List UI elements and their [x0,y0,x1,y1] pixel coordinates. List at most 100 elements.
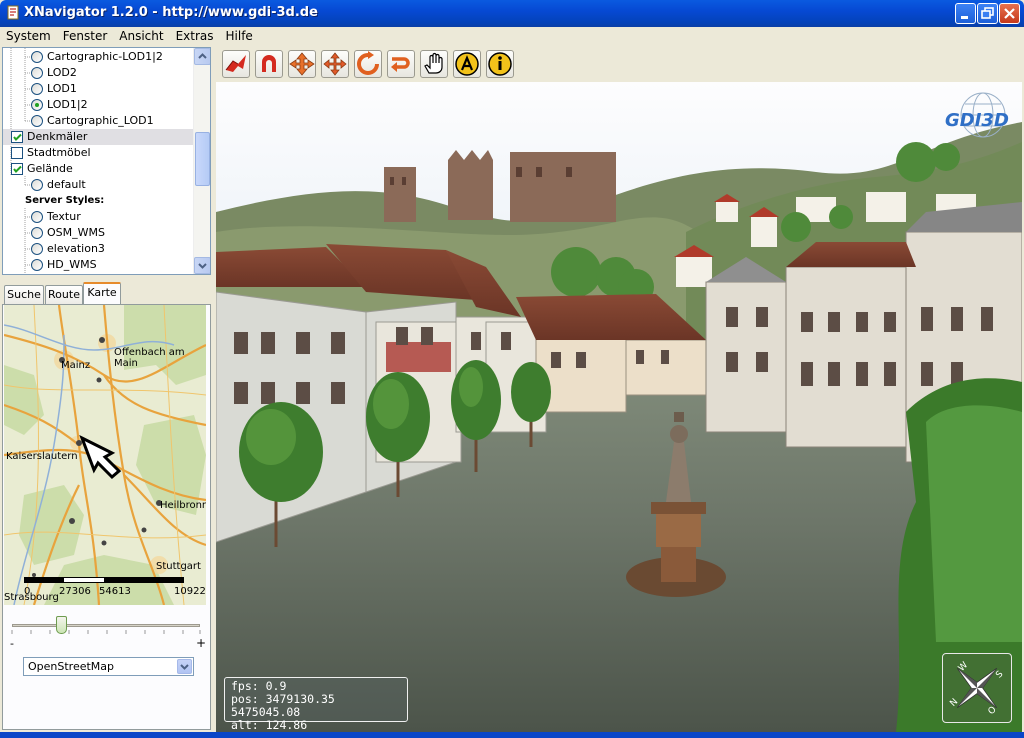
scroll-up-button[interactable] [194,48,210,65]
hand-button[interactable] [420,50,448,78]
tab-karte[interactable]: Karte [83,282,121,305]
radio-button[interactable] [31,51,43,63]
3d-viewport[interactable] [216,82,1022,732]
watermark-text: GDI3D [945,110,1009,131]
window-bottom-border [0,732,1024,738]
map-zoom-slider[interactable]: - + [10,615,206,650]
map-source-select[interactable]: OpenStreetMap [23,657,194,676]
checkmark-icon [13,133,22,141]
tree-item-label: Gelände [27,162,73,175]
window-titlebar[interactable]: XNavigator 1.2.0 - http://www.gdi-3d.de [0,0,1024,27]
minimize-icon [961,16,968,19]
scale-label-1: 27306 [59,586,91,597]
radio-button-selected[interactable] [31,99,43,111]
3d-scene-render [216,82,1022,732]
map-label-mainz: Mainz [61,360,91,371]
menu-extras[interactable]: Extras [170,27,220,45]
tree-item-label: LOD2 [47,66,77,79]
move-icon [323,52,347,76]
chevron-down-icon [180,664,189,670]
checkmark-icon [13,165,22,173]
map-label-kaiserslautern: Kaiserslautern [6,451,78,462]
scale-label-2: 54613 [99,586,131,597]
slider-thumb[interactable] [56,616,68,634]
fly-button[interactable] [222,50,250,78]
menubar: System Fenster Ansicht Extras Hilfe [0,27,1024,46]
compass-icon [956,667,998,709]
menu-system[interactable]: System [0,27,57,45]
walk-button[interactable] [255,50,283,78]
info-button[interactable] [486,50,514,78]
minimize-button[interactable] [955,3,976,24]
radio-dot [35,103,39,107]
close-icon [1004,8,1015,19]
menu-ansicht[interactable]: Ansicht [113,27,169,45]
server-styles-heading: Server Styles: [25,195,105,206]
tree-item-label: LOD1 [47,82,77,95]
annotation-button[interactable] [453,50,481,78]
hud-altitude: alt: 124.86 [231,718,308,732]
map-scale-bar [24,577,184,583]
radio-button[interactable] [31,115,43,127]
radio-button[interactable] [31,83,43,95]
checkbox[interactable] [11,147,23,159]
scroll-thumb[interactable] [195,132,210,186]
app-icon [7,5,19,20]
zoom-plus-label: + [196,636,207,650]
rotate-icon [357,51,379,75]
turn-icon [391,57,410,72]
checkbox-checked[interactable] [11,131,23,143]
map-label-heilbronn: Heilbronn [160,500,206,511]
turn-button[interactable] [387,50,415,78]
scroll-down-button[interactable] [194,257,210,274]
slider-track [12,624,200,627]
fly-forward-icon [225,55,246,72]
radio-button[interactable] [31,211,43,223]
radio-button[interactable] [31,243,43,255]
menu-fenster[interactable]: Fenster [57,27,114,45]
maximize-button[interactable] [977,3,998,24]
radio-button[interactable] [31,67,43,79]
radio-button[interactable] [31,227,43,239]
close-button[interactable] [999,3,1020,24]
tree-item-label: LOD1|2 [47,98,88,111]
tree-item-label: Denkmäler [27,130,88,143]
slider-ticks [11,630,201,634]
navigation-toolbar [216,47,1024,81]
tab-suche[interactable]: Suche [4,285,44,304]
move-button[interactable] [321,50,349,78]
layer-tree[interactable]: Cartographic-LOD1|2 LOD2 LOD1 LOD1|2 Car… [2,47,211,275]
overview-map[interactable]: Offenbach am Main Mainz Kaiserslautern H… [4,305,206,605]
tree-item-label: elevation3 [47,242,105,255]
checkbox-checked[interactable] [11,163,23,175]
walk-icon [262,55,276,72]
radio-button[interactable] [31,259,43,271]
tree-item-label: Cartographic-LOD1|2 [47,50,163,63]
tree-item-label: Cartographic_LOD1 [47,114,154,127]
compass-rose[interactable]: W N S O [942,653,1012,723]
pan-button[interactable] [288,50,316,78]
tab-route[interactable]: Route [45,285,83,304]
scale-label-0: 0 [24,586,31,597]
annotation-a-icon [455,52,479,76]
tree-item-label: Stadtmöbel [27,146,91,159]
hud-position: pos: 3479130.35 5475045.08 [231,692,335,719]
info-icon [488,52,512,76]
dropdown-button[interactable] [177,659,192,674]
side-tabs: Suche Route Karte [2,282,211,305]
rotate-button[interactable] [354,50,382,78]
tree-item-label: Textur [47,210,81,223]
chevron-up-icon [198,53,207,59]
scale-label-3: 109226 [174,586,206,597]
map-label-strasbourg: Strasbourg [4,592,59,603]
tree-scrollbar[interactable] [193,48,210,274]
map-label-stuttgart: Stuttgart [156,561,201,572]
hud-overlay: fps: 0.9 pos: 3479130.35 5475045.08 alt:… [224,677,408,732]
tree-item-label: default [47,178,86,191]
menu-hilfe[interactable]: Hilfe [220,27,259,45]
hand-icon [424,52,443,74]
map-source-value: OpenStreetMap [28,660,115,673]
restore-icon [981,7,994,19]
chevron-down-icon [198,263,207,269]
radio-button[interactable] [31,179,43,191]
